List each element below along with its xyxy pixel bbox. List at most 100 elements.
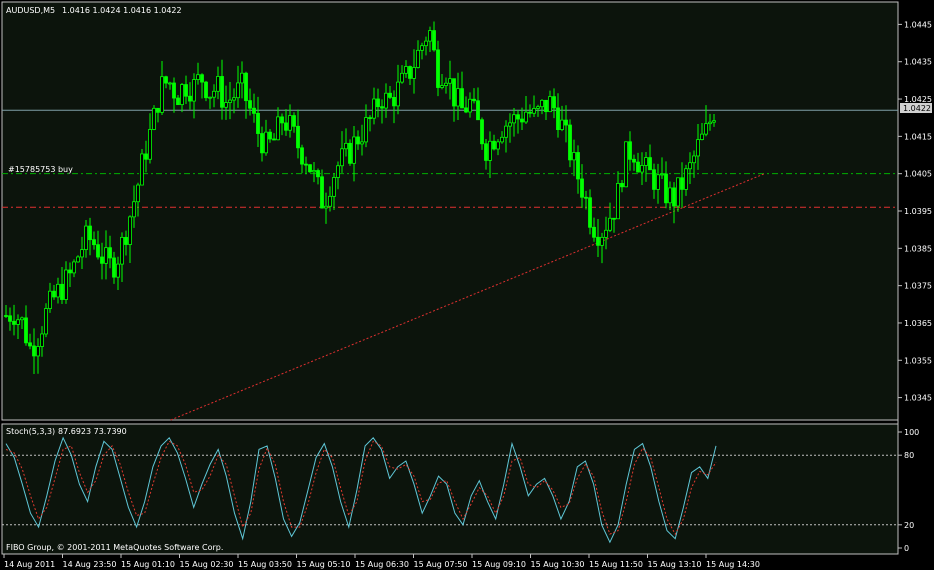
stoch-values: 87.6923 73.7390 (58, 427, 127, 436)
candle-body (412, 67, 416, 79)
candle-body (644, 157, 648, 166)
candle-body (152, 107, 156, 130)
candle-body (604, 229, 608, 238)
candle-body (232, 97, 236, 101)
candle-body (52, 290, 56, 298)
candle-body (416, 49, 420, 68)
candle-body (396, 81, 400, 107)
candle-body (452, 78, 456, 107)
time-tick-label: 15 Aug 01:10 (121, 560, 175, 569)
candle-body (60, 283, 64, 300)
candle-body (176, 97, 180, 106)
candle-body (456, 88, 460, 107)
time-tick-label: 14 Aug 23:50 (63, 560, 117, 569)
time-tick-label: 15 Aug 06:30 (355, 560, 409, 569)
time-tick-label: 14 Aug 2011 (4, 560, 55, 569)
candle-body (44, 308, 48, 335)
candle-body (212, 90, 216, 98)
time-tick-label: 15 Aug 07:50 (414, 560, 468, 569)
candle-body (400, 72, 404, 83)
price-tick-label: 1.0425 (904, 95, 932, 104)
candle-body (328, 195, 332, 207)
candle-body (260, 133, 264, 154)
candle-body (576, 152, 580, 180)
candle-body (692, 155, 696, 164)
candle-body (132, 201, 136, 218)
candle-body (100, 256, 104, 264)
candle-body (252, 107, 256, 114)
candle-body (372, 98, 376, 119)
candle-body (356, 136, 360, 145)
candle-body (540, 99, 544, 108)
candle-body (664, 173, 668, 204)
time-tick-label: 15 Aug 02:30 (180, 560, 234, 569)
candle-body (388, 92, 392, 98)
candle-body (432, 30, 436, 51)
candle-body (676, 177, 680, 207)
candle-body (88, 225, 92, 241)
candle-body (712, 120, 716, 123)
candle-body (220, 76, 224, 108)
candle-body (624, 141, 628, 188)
price-tick-label: 1.0405 (904, 170, 932, 179)
candle-body (544, 99, 548, 113)
candle-body (284, 122, 288, 131)
price-tick-label: 1.0355 (904, 356, 932, 365)
stoch-tick-label: 80 (904, 451, 914, 460)
candle-body (548, 96, 552, 113)
candle-body (468, 98, 472, 113)
candle-body (144, 153, 148, 160)
candle-body (8, 315, 12, 322)
candle-body (704, 123, 708, 135)
candle-body (380, 106, 384, 109)
candle-body (188, 95, 192, 102)
candle-body (32, 345, 36, 357)
candle-body (648, 157, 652, 171)
candle-body (184, 84, 188, 97)
candle-body (376, 98, 380, 108)
candle-body (428, 30, 432, 42)
candle-body (440, 85, 444, 88)
candle-body (28, 342, 32, 347)
candle-body (180, 84, 184, 106)
candle-body (652, 169, 656, 190)
candle-body (64, 269, 68, 300)
candle-body (164, 76, 168, 84)
candle-body (320, 176, 324, 209)
candle-body (672, 187, 676, 207)
candle-body (660, 173, 664, 176)
candle-body (364, 117, 368, 143)
candle-body (348, 142, 352, 164)
candle-body (620, 183, 624, 188)
candle-body (288, 115, 292, 131)
candle-body (300, 147, 304, 165)
candle-body (668, 187, 672, 204)
candle-body (240, 72, 244, 84)
price-tick-label: 1.0365 (904, 319, 932, 328)
candle-body (136, 184, 140, 203)
candle-body (316, 170, 320, 178)
candle-body (264, 131, 268, 154)
candle-body (480, 119, 484, 145)
candle-body (204, 81, 208, 99)
candle-body (292, 115, 296, 127)
candle-body (636, 161, 640, 173)
candle-body (56, 283, 60, 298)
candle-body (48, 290, 52, 309)
candle-body (172, 82, 176, 99)
candle-body (536, 106, 540, 109)
current-price-label: 1.0422 (903, 104, 931, 113)
candle-body (460, 88, 464, 109)
order-label: #15785753 buy (8, 165, 73, 174)
time-tick-label: 15 Aug 11:50 (589, 560, 643, 569)
candle-body (344, 142, 348, 150)
candle-body (684, 168, 688, 190)
candle-body (424, 40, 428, 47)
candle-body (612, 217, 616, 220)
candle-body (520, 118, 524, 123)
candle-body (236, 82, 240, 99)
price-tick-label: 1.0375 (904, 282, 932, 291)
candle-body (200, 74, 204, 83)
candle-body (472, 98, 476, 102)
candle-body (96, 244, 100, 258)
